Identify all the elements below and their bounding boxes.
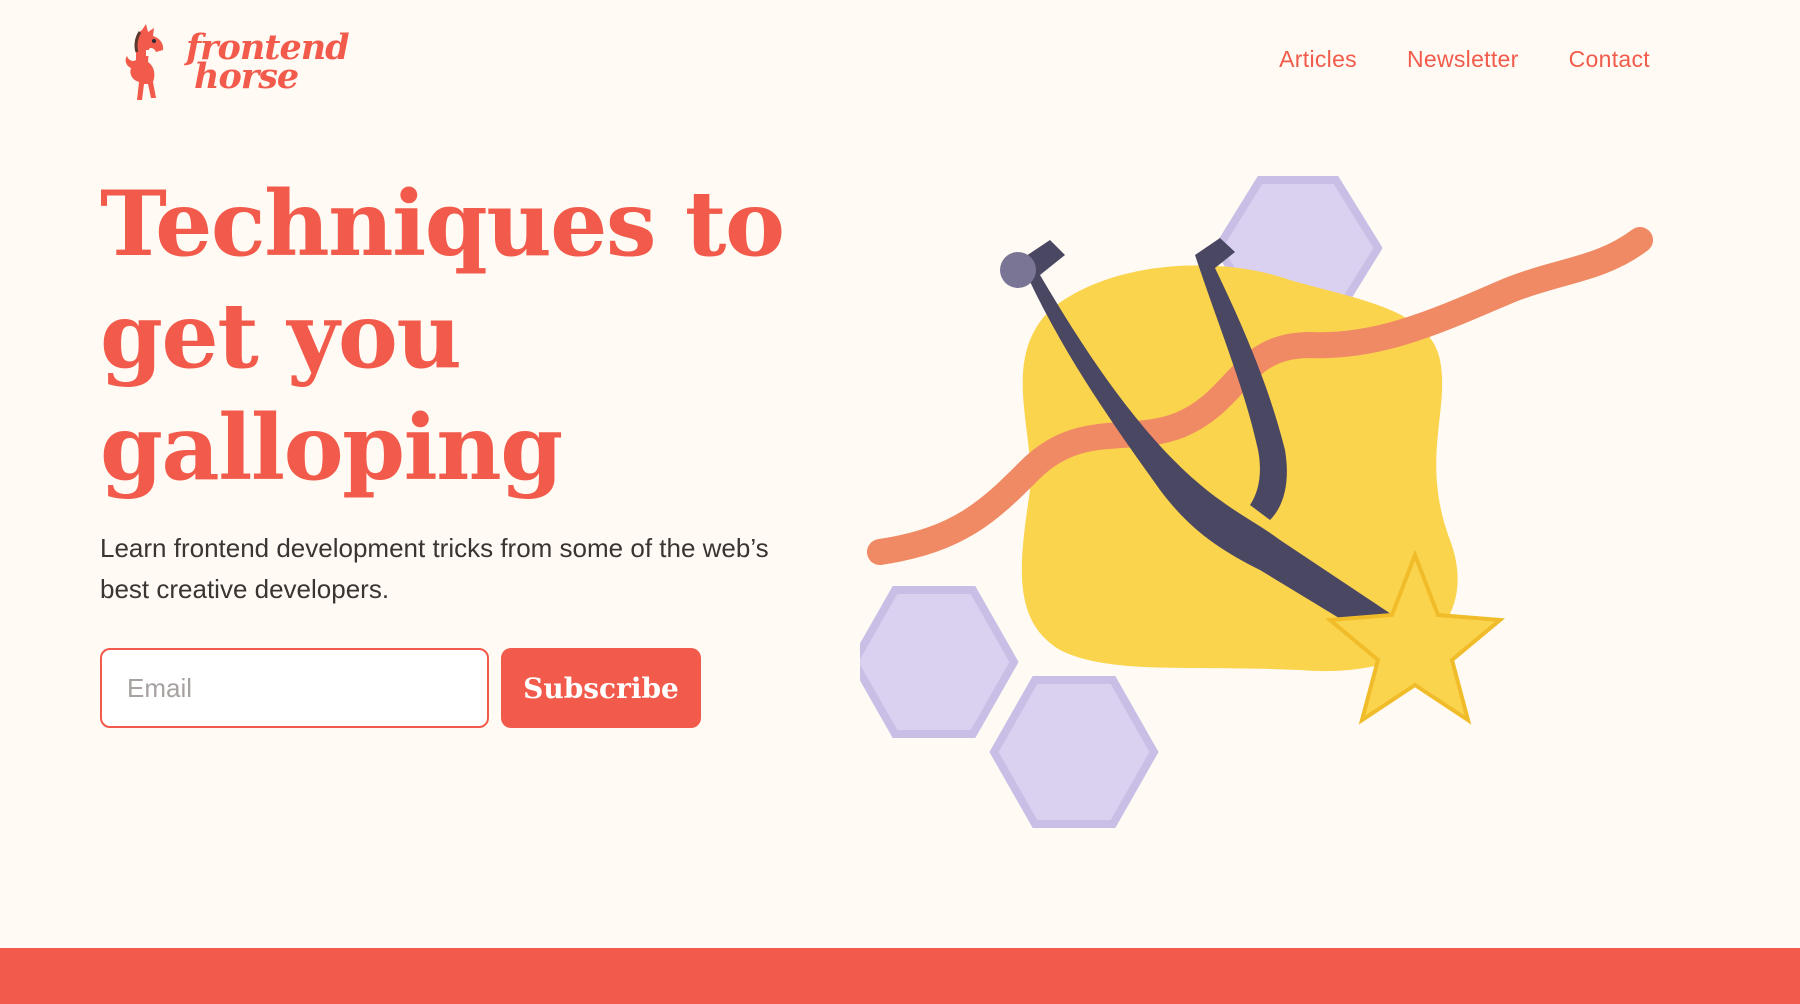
logo-wordmark: frontend horse xyxy=(186,30,350,94)
site-logo[interactable]: frontend horse xyxy=(120,22,350,102)
hero-headline: Techniques to get you galloping xyxy=(100,171,785,501)
hero-illustration xyxy=(860,176,1653,828)
nav-link-newsletter[interactable]: Newsletter xyxy=(1407,46,1519,73)
nav-link-contact[interactable]: Contact xyxy=(1569,46,1650,73)
subscribe-form: Subscribe xyxy=(100,648,701,728)
page: frontend horse Articles Newsletter Conta… xyxy=(0,0,1800,1004)
main-nav: Articles Newsletter Contact xyxy=(1279,46,1650,73)
hexagon-icon xyxy=(989,676,1159,828)
subscribe-button[interactable]: Subscribe xyxy=(501,648,701,728)
hexagon-icon xyxy=(860,586,1019,738)
footer-band xyxy=(0,948,1800,1004)
hero-subtext: Learn frontend development tricks from s… xyxy=(100,533,769,604)
nav-link-articles[interactable]: Articles xyxy=(1279,46,1357,73)
horse-logo-icon xyxy=(125,24,164,100)
email-input[interactable] xyxy=(100,648,489,728)
